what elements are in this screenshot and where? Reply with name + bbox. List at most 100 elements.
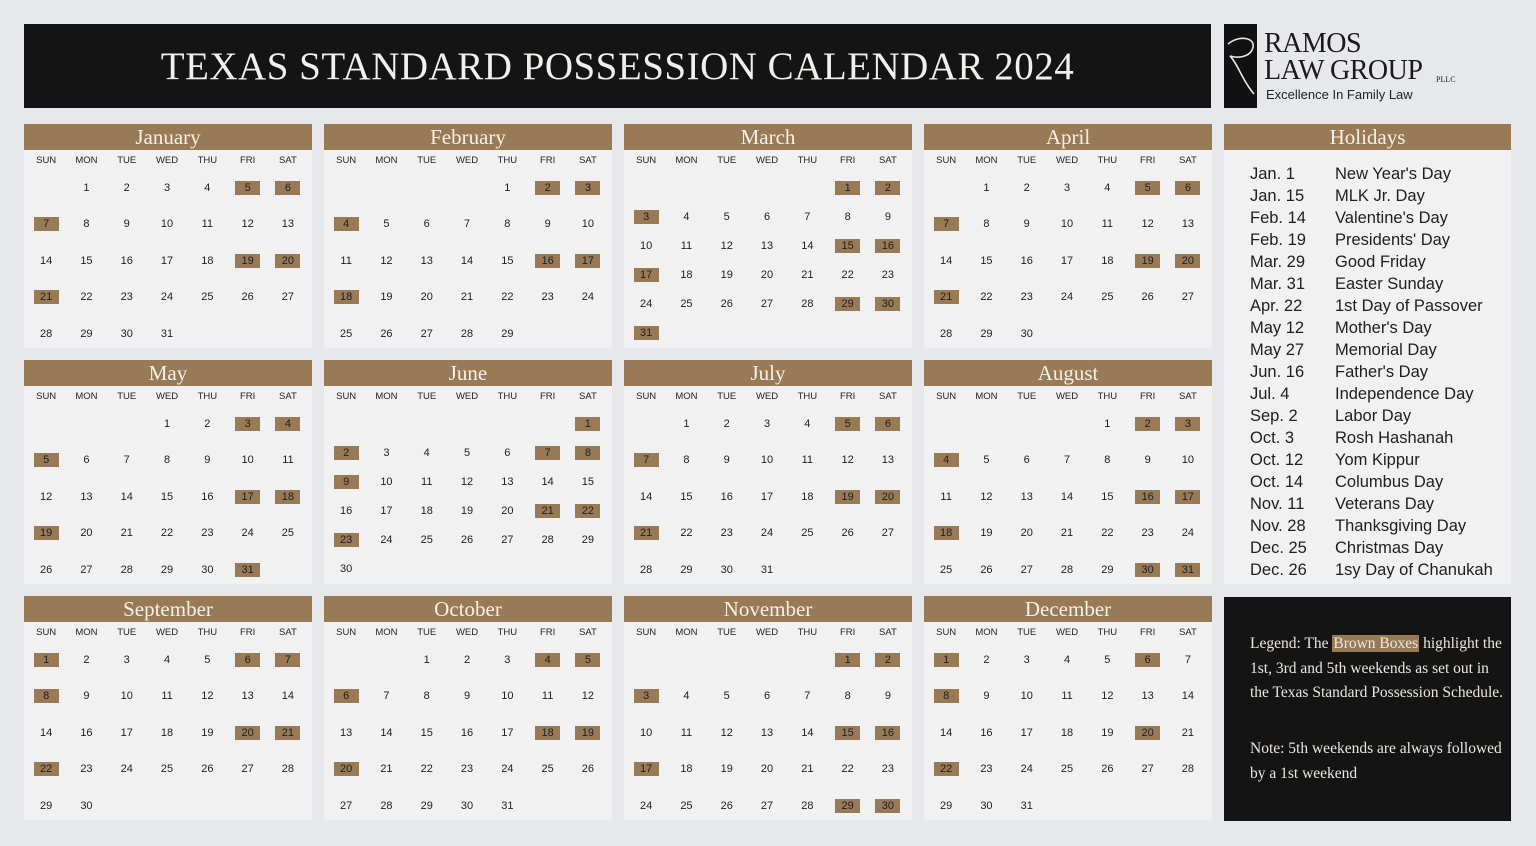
day-number: 17 [501,726,514,739]
day-cell: 13 [227,689,267,703]
day-number: 6 [275,181,301,195]
day-cell: 28 [366,799,406,813]
day-cell: 14 [447,254,487,268]
day-cell: 14 [107,490,147,504]
day-cell: 30 [107,327,147,341]
day-number: 26 [460,534,474,547]
day-number: 1 [983,182,990,194]
holiday-item: Feb. 19 Presidents' Day [1250,229,1493,251]
day-number: 13 [1141,690,1154,703]
day-cell: 1 [666,417,706,431]
weekday-label: SUN [636,391,657,402]
holiday-date: Oct. 3 [1250,429,1295,447]
day-number: 1 [163,418,171,430]
weekday-header: SUN MON TUE WED THU FRI SAT [324,627,612,641]
day-cell: 27 [1007,563,1047,577]
weekday-header: SUN MON TUE WED THU FRI SAT [324,391,612,405]
day-cell-highlighted: 4 [926,453,966,468]
day-cell-highlighted: 19 [1127,253,1167,268]
day-number: 1 [1104,418,1111,430]
day-number: 10 [1020,690,1033,703]
day-number: 30 [340,563,353,576]
day-cell-highlighted: 17 [626,268,666,283]
month-october: October SUN MON TUE WED THU FRI SAT 1 2 3 4 5 6 7 8 9 10 1… [324,596,612,820]
day-number: 19 [720,763,733,776]
day-number: 2 [983,654,990,666]
day-cell-highlighted: 7 [527,446,567,461]
day-cell-empty [26,417,66,431]
day-number: 12 [720,240,733,253]
day-number: 11 [161,690,173,703]
month-title: September [24,596,312,622]
day-cell: 10 [227,453,267,467]
day-number: 11 [801,454,814,467]
day-cell-highlighted: 2 [1127,417,1167,431]
day-cell: 1 [966,181,1006,195]
day-number: 14 [1060,490,1074,503]
day-number: 30 [875,798,901,813]
day-number: 19 [835,489,861,504]
day-cell: 9 [187,453,227,467]
holiday-name: Presidents' Day [1335,231,1451,249]
day-cell-highlighted: 18 [326,290,366,305]
day-cell-highlighted: 29 [827,798,867,813]
day-cell: 9 [527,217,567,231]
day-number: 6 [504,447,511,460]
day-number: 13 [1020,490,1033,503]
day-cell: 11 [527,689,567,703]
day-cell-highlighted: 17 [1168,489,1208,504]
day-number: 12 [1101,690,1114,703]
day-number: 18 [333,290,359,305]
day-number: 19 [235,253,261,268]
day-number: 11 [940,490,952,503]
day-number: 4 [535,653,561,667]
day-cell-highlighted: 17 [227,489,267,504]
day-cell-highlighted: 3 [1168,417,1208,431]
day-cell: 28 [926,327,966,341]
day-cell: 13 [407,254,447,268]
holiday-item: Oct. 3 Rosh Hashanah [1250,427,1493,449]
day-number: 22 [80,291,93,304]
day-cell-empty [1047,799,1087,813]
day-cell-empty [1168,327,1208,341]
company-logo: RAMOS LAW GROUP PLLC Excellence In Famil… [1224,24,1514,108]
day-cell-highlighted: 16 [527,253,567,268]
day-cell: 2 [187,417,227,431]
day-number: 5 [463,447,471,460]
day-cell: 7 [1047,453,1087,467]
day-cell: 3 [147,181,187,195]
weekday-label: SAT [279,391,297,402]
weekday-header: SUN MON TUE WED THU FRI SAT [624,391,912,405]
day-number: 28 [1060,563,1074,576]
day-cell: 10 [626,726,666,740]
day-number: 30 [201,563,214,576]
day-cell: 12 [447,475,487,489]
day-cell-empty [1168,799,1208,813]
day-number: 24 [241,527,254,540]
day-number: 20 [420,291,433,304]
day-cell-highlighted: 16 [868,239,908,254]
day-cell: 24 [747,526,787,540]
weekday-label: SUN [336,391,357,402]
day-number: 21 [275,725,301,740]
weekday-label: FRI [1139,155,1156,166]
day-cell-empty [707,181,747,195]
day-cell: 10 [1007,689,1047,703]
day-cell: 14 [926,726,966,740]
day-number: 18 [933,526,959,541]
day-number: 16 [535,253,561,268]
day-number: 23 [201,527,214,540]
day-cell: 15 [407,726,447,740]
day-cell: 26 [707,297,747,311]
month-april: April SUN MON TUE WED THU FRI SAT 1 2 3 4 5 6 7 8 9 10 11 1… [924,124,1212,348]
legend-note: Note: 5th weekends are always followed b… [1250,740,1502,782]
day-number: 7 [463,218,471,231]
day-cell: 13 [747,239,787,253]
weekday-label: THU [797,155,818,166]
day-cell: 27 [747,297,787,311]
day-cell: 12 [568,689,608,703]
day-number: 6 [1023,454,1030,467]
day-cell-empty [1127,799,1167,813]
day-cell: 5 [707,210,747,224]
day-number: 19 [720,269,733,282]
